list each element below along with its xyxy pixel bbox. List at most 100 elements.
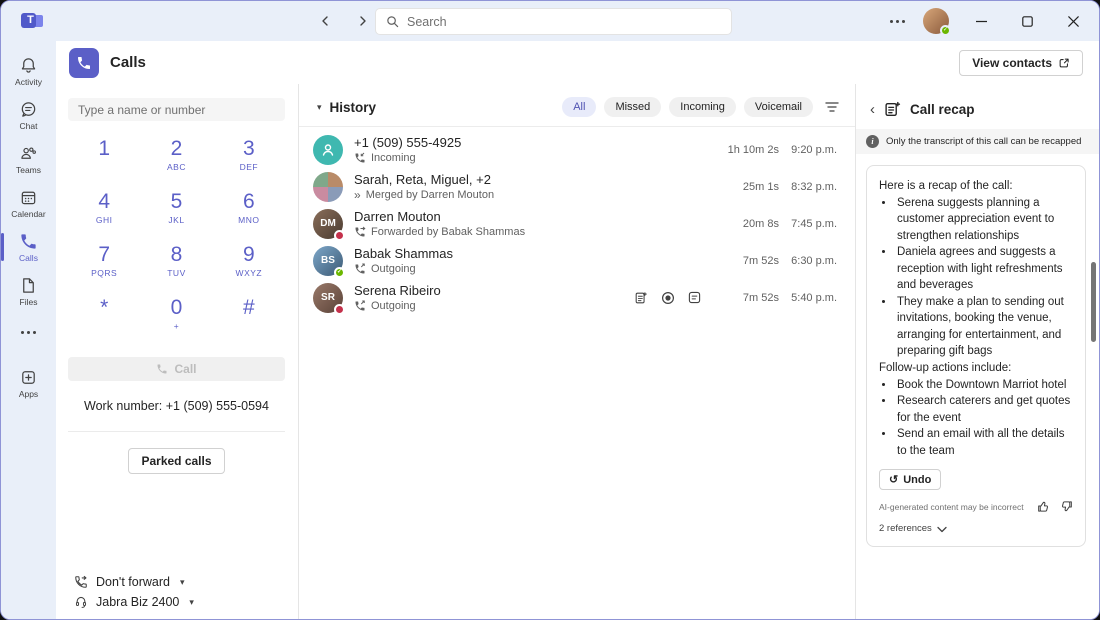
call-recap-icon[interactable] xyxy=(634,291,648,305)
more-options-icon[interactable] xyxy=(890,19,905,23)
search-placeholder: Search xyxy=(407,14,447,29)
sidebar-item-more[interactable] xyxy=(1,317,56,347)
presence-available-icon: ✓ xyxy=(940,25,951,36)
call-button[interactable]: Call xyxy=(68,357,285,381)
call-duration: 1h 10m 2s xyxy=(727,143,779,156)
call-recap-icon xyxy=(884,101,901,118)
parked-calls-button[interactable]: Parked calls xyxy=(128,448,225,474)
dialpad-key-4[interactable]: 4 GHI xyxy=(68,186,140,239)
undo-icon: ↺ xyxy=(889,474,899,487)
call-time: 9:20 p.m. xyxy=(791,143,837,156)
teams-logo-icon: T xyxy=(21,9,45,33)
ellipsis-icon xyxy=(21,330,36,334)
filter-incoming[interactable]: Incoming xyxy=(669,97,736,117)
recap-bullet: Serena suggests planning a customer appr… xyxy=(895,195,1073,245)
transcript-icon[interactable] xyxy=(688,291,701,304)
dialpad-key-2[interactable]: 2 ABC xyxy=(140,133,212,186)
undo-button[interactable]: ↺ Undo xyxy=(879,469,942,491)
sidebar-item-files[interactable]: Files xyxy=(1,269,56,313)
call-time: 8:32 p.m. xyxy=(791,180,837,193)
recap-followup-heading: Follow-up actions include: xyxy=(879,362,1012,375)
search-input[interactable]: Search xyxy=(376,9,731,34)
titlebar: T Search ✓ xyxy=(1,1,1099,41)
avatar: SR xyxy=(313,282,345,315)
recording-icon[interactable] xyxy=(661,291,675,305)
forwarded-call-icon xyxy=(354,226,366,238)
sidebar-item-apps[interactable]: Apps xyxy=(1,361,56,405)
dialpad-key-1[interactable]: 1 xyxy=(68,133,140,186)
avatar: DM xyxy=(313,208,345,241)
outgoing-call-icon xyxy=(354,263,366,275)
collapse-icon[interactable]: ▾ xyxy=(317,102,322,113)
recap-bullet: Send an email with all the details to th… xyxy=(895,426,1073,459)
app-rail: Activity Chat Teams Calendar Calls Files xyxy=(1,41,56,619)
maximize-button[interactable] xyxy=(1013,7,1041,35)
dialpad-key-6[interactable]: 6 MNO xyxy=(213,186,285,239)
filter-icon[interactable] xyxy=(825,101,839,113)
back-button[interactable] xyxy=(313,9,337,33)
call-duration: 7m 52s xyxy=(742,254,779,267)
dialpad-key-0[interactable]: 0 + xyxy=(140,292,212,345)
dialpad-key-star[interactable]: * xyxy=(68,292,140,345)
bell-icon xyxy=(19,56,38,75)
call-duration: 20m 8s xyxy=(742,217,779,230)
call-history-row-selected[interactable]: SR Serena Ribeiro Outgoing 7m 52s 5:40 p… xyxy=(299,279,855,316)
thumbs-down-icon[interactable] xyxy=(1060,500,1073,513)
dialpad-key-9[interactable]: 9 WXYZ xyxy=(213,239,285,292)
call-duration: 25m 1s xyxy=(742,180,779,193)
view-contacts-button[interactable]: View contacts xyxy=(959,49,1083,76)
group-avatar xyxy=(313,171,343,202)
page-title: Calls xyxy=(110,54,146,71)
merged-call-icon: » xyxy=(354,187,361,202)
people-icon xyxy=(19,144,38,163)
dialpad-key-3[interactable]: 3 DEF xyxy=(213,133,285,186)
outgoing-call-icon xyxy=(354,300,366,312)
call-history-row[interactable]: BS ✓ Babak Shammas Outgoing 7m 52s 6:30 … xyxy=(299,242,855,279)
call-forward-icon xyxy=(74,575,88,589)
forward-button[interactable] xyxy=(351,9,375,33)
phone-icon xyxy=(19,232,38,251)
thumbs-up-icon[interactable] xyxy=(1037,500,1050,513)
dialpad-key-7[interactable]: 7 PQRS xyxy=(68,239,140,292)
avatar: BS ✓ xyxy=(313,245,345,278)
search-icon xyxy=(386,15,399,28)
dialpad-key-5[interactable]: 5 JKL xyxy=(140,186,212,239)
profile-avatar[interactable]: ✓ xyxy=(923,8,951,36)
sidebar-item-teams[interactable]: Teams xyxy=(1,137,56,181)
recap-bullet: Daniela agrees and suggests a reception … xyxy=(895,244,1073,294)
call-history-row[interactable]: Sarah, Reta, Miguel, +2 » Merged by Darr… xyxy=(299,168,855,205)
back-icon[interactable]: ‹ xyxy=(870,102,875,117)
references-toggle[interactable]: 2 references xyxy=(879,522,1073,536)
call-time: 5:40 p.m. xyxy=(791,291,837,304)
dialpad-key-pound[interactable]: # xyxy=(213,292,285,345)
sidebar-item-activity[interactable]: Activity xyxy=(1,49,56,93)
info-icon: i xyxy=(866,135,879,148)
scrollbar-thumb[interactable] xyxy=(1091,262,1096,342)
filter-all[interactable]: All xyxy=(562,97,597,117)
teams-window: T Search ✓ Activity Chat Teams Calendar … xyxy=(0,0,1100,620)
forwarding-setting[interactable]: Don't forward ▾ xyxy=(74,575,285,589)
filter-missed[interactable]: Missed xyxy=(604,97,662,117)
recap-bullet: They make a plan to sending out invitati… xyxy=(895,294,1073,360)
recap-bullet: Book the Downtown Marriot hotel xyxy=(895,377,1073,394)
recap-bullet: Research caterers and get quotes for the… xyxy=(895,393,1073,426)
page-header: Calls View contacts xyxy=(56,41,1099,84)
dial-input[interactable] xyxy=(68,98,285,121)
filter-voicemail[interactable]: Voicemail xyxy=(743,97,813,117)
dialpad-key-8[interactable]: 8 TUV xyxy=(140,239,212,292)
recap-intro: Here is a recap of the call: xyxy=(879,180,1013,192)
minimize-button[interactable] xyxy=(967,7,995,35)
phone-icon xyxy=(156,363,168,375)
audio-device-setting[interactable]: Jabra Biz 2400 ▾ xyxy=(74,595,285,609)
call-history-row[interactable]: DM Darren Mouton Forwarded by Babak Sham… xyxy=(299,205,855,242)
ai-disclaimer: AI-generated content may be incorrect xyxy=(879,501,1024,512)
recap-followup-list: Book the Downtown Marriot hotel Research… xyxy=(895,377,1073,460)
sidebar-item-calls[interactable]: Calls xyxy=(1,225,56,269)
person-icon xyxy=(322,143,334,156)
call-history-row[interactable]: +1 (509) 555-4925 Incoming 1h 10m 2s 9:2… xyxy=(299,131,855,168)
divider xyxy=(68,431,285,432)
sidebar-item-chat[interactable]: Chat xyxy=(1,93,56,137)
sidebar-item-calendar[interactable]: Calendar xyxy=(1,181,56,225)
chat-icon xyxy=(19,100,38,119)
close-button[interactable] xyxy=(1059,7,1087,35)
